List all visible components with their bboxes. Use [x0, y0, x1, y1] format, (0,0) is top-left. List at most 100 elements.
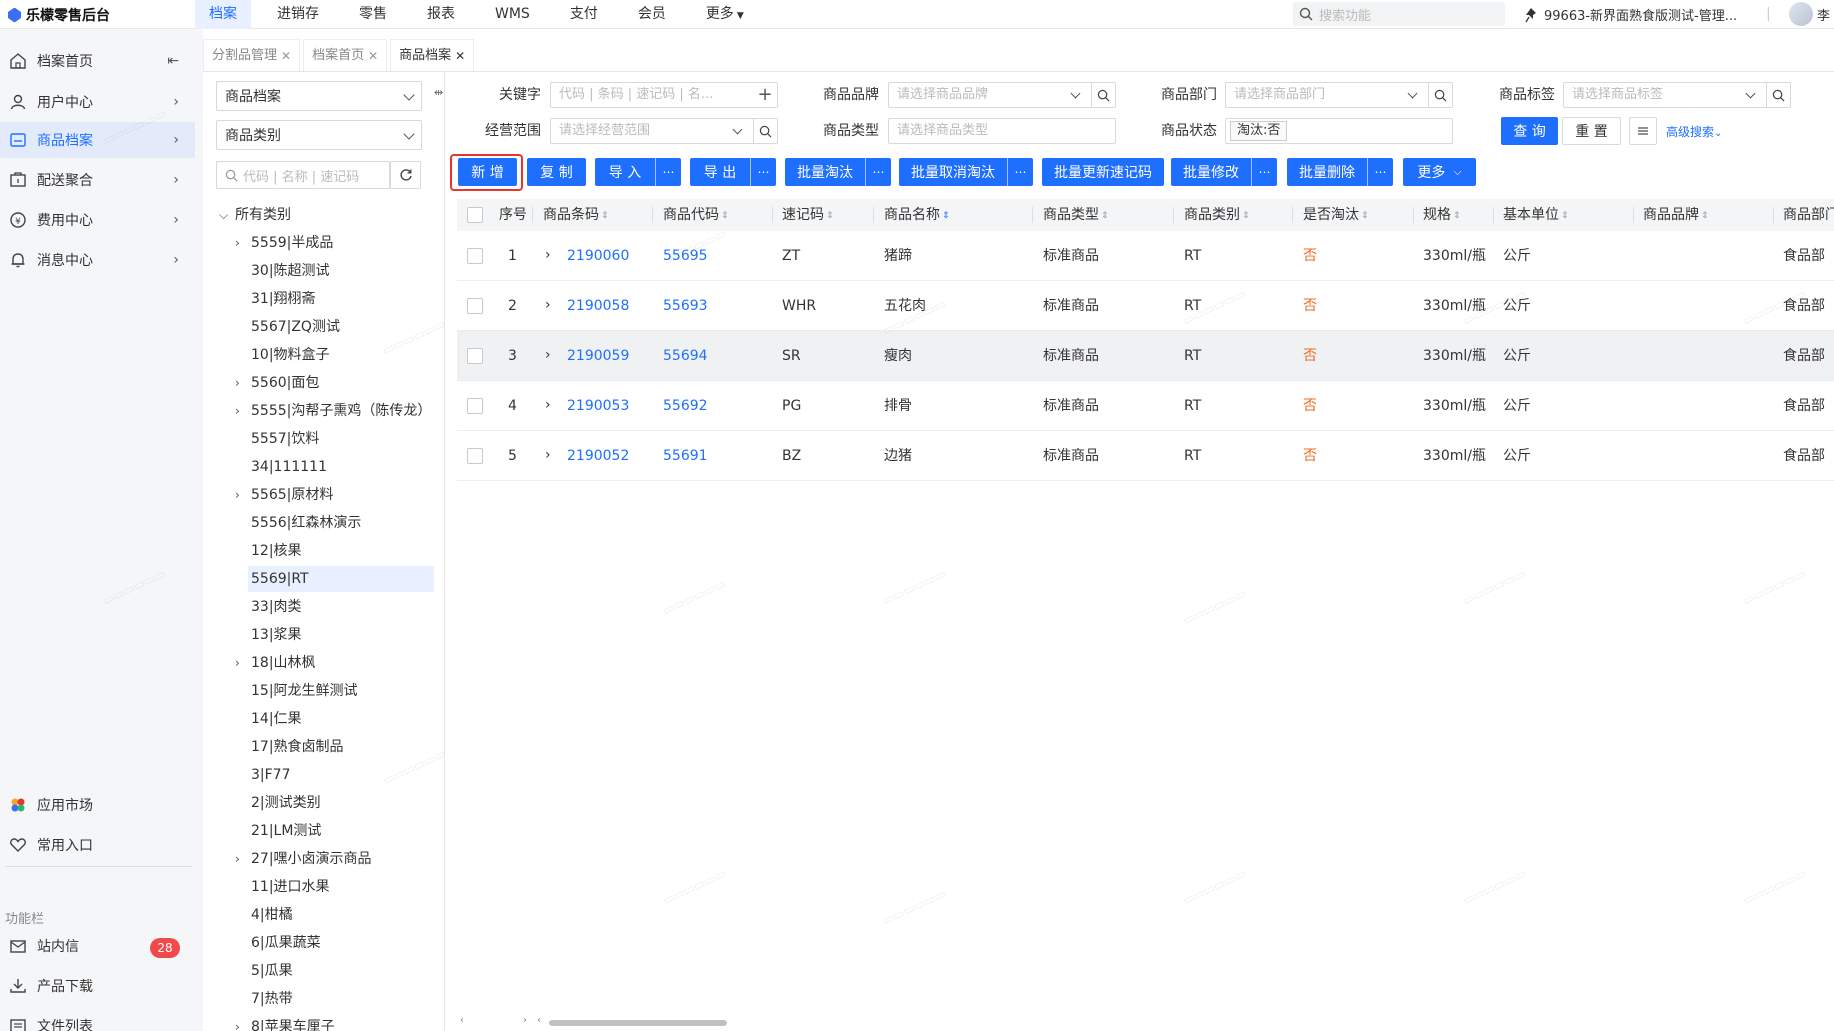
expand-row-icon[interactable]: ›: [545, 245, 551, 265]
column-divider[interactable]: [1173, 207, 1174, 223]
brand-select[interactable]: 请选择商品品牌: [888, 82, 1116, 108]
sidebar-item-product-download[interactable]: 产品下载: [0, 968, 195, 1004]
scope-select[interactable]: 请选择经营范围: [550, 118, 778, 144]
tree-node[interactable]: 7|热带: [251, 986, 293, 1012]
add-icon[interactable]: +: [753, 83, 777, 107]
tag-select[interactable]: 请选择商品标签: [1563, 82, 1791, 108]
column-header[interactable]: 商品类型 ⇕: [1043, 205, 1109, 226]
dept-select[interactable]: 请选择商品部门: [1225, 82, 1453, 108]
more-dots-icon[interactable]: ⋯: [1007, 158, 1033, 186]
tree-node[interactable]: 17|熟食卤制品: [251, 734, 344, 760]
tree-node[interactable]: 21|LM测试: [251, 818, 321, 844]
search-icon[interactable]: [1091, 83, 1115, 107]
export-button[interactable]: 导 出 ⋯: [690, 158, 776, 186]
expand-row-icon[interactable]: ›: [545, 295, 551, 315]
tree-node[interactable]: 33|肉类: [251, 594, 302, 620]
sidebar-item-distribution[interactable]: 配送聚合 ›: [0, 162, 195, 198]
sidebar-item-user-center[interactable]: 用户中心 ›: [0, 84, 195, 120]
tree-node[interactable]: 5556|红森林演示: [251, 510, 361, 536]
column-header[interactable]: 商品品牌 ⇕: [1643, 205, 1709, 226]
tree-node[interactable]: 5557|饮料: [251, 426, 319, 452]
column-header[interactable]: 基本单位 ⇕: [1503, 205, 1569, 226]
sort-icon[interactable]: ⇕: [601, 206, 609, 226]
column-divider[interactable]: [1292, 207, 1293, 223]
sort-icon[interactable]: ⇕: [1361, 206, 1369, 226]
collapse-sidebar-icon[interactable]: ⇤: [167, 53, 179, 69]
keyword-input[interactable]: 代码 | 条码 | 速记码 | 名... +: [550, 82, 778, 108]
column-divider[interactable]: [873, 207, 874, 223]
tab-split-product[interactable]: 分割品管理 ✕: [203, 39, 301, 71]
cell-barcode[interactable]: 2190060: [567, 246, 629, 266]
tree-node[interactable]: 14|仁果: [251, 706, 302, 732]
row-checkbox[interactable]: [467, 248, 483, 264]
top-nav-item-member[interactable]: 会员: [624, 0, 680, 29]
column-header[interactable]: 商品类别 ⇕: [1184, 205, 1250, 226]
sidebar-item-file-list[interactable]: 文件列表: [0, 1008, 195, 1031]
batch-update-quickcode-button[interactable]: 批量更新速记码: [1042, 158, 1164, 186]
sort-icon[interactable]: ⇕: [1701, 206, 1709, 226]
tree-node[interactable]: 5567|ZQ测试: [251, 314, 340, 340]
chevron-right-icon[interactable]: ›: [235, 650, 240, 676]
scrollbar-thumb[interactable]: [549, 1020, 727, 1026]
more-actions-button[interactable]: 更多 ⌵: [1403, 158, 1476, 186]
row-checkbox[interactable]: [467, 448, 483, 464]
column-header[interactable]: 商品条码 ⇕: [543, 205, 609, 226]
tree-node[interactable]: 5565|原材料: [251, 482, 333, 508]
tree-node[interactable]: 5555|沟帮子熏鸡（陈传龙）: [251, 398, 431, 424]
more-dots-icon[interactable]: ⋯: [1251, 158, 1277, 186]
more-dots-icon[interactable]: ⋯: [865, 158, 891, 186]
column-divider[interactable]: [1032, 207, 1033, 223]
cell-code[interactable]: 55693: [663, 296, 708, 316]
query-button[interactable]: 查 询: [1501, 117, 1558, 145]
close-icon[interactable]: ✕: [455, 40, 465, 72]
column-divider[interactable]: [652, 207, 653, 223]
column-divider[interactable]: [1493, 207, 1494, 223]
table-row[interactable]: › 5 2190052 55691 BZ 边猪 标准商品 RT 否 330ml/瓶 公斤 食品部: [457, 431, 1834, 481]
import-button[interactable]: 导 入 ⋯: [595, 158, 681, 186]
horizontal-scrollbar[interactable]: ‹ › ‹: [457, 1015, 1834, 1028]
sort-icon[interactable]: ⇕: [1242, 206, 1250, 226]
tree-node[interactable]: 5569|RT: [248, 566, 434, 592]
cell-code[interactable]: 55694: [663, 346, 708, 366]
user-name[interactable]: 李: [1817, 5, 1830, 24]
chevron-right-icon[interactable]: ›: [235, 482, 240, 508]
add-button[interactable]: 新 增: [458, 158, 517, 186]
chevron-right-icon[interactable]: ›: [235, 370, 240, 396]
tree-node[interactable]: 6|瓜果蔬菜: [251, 930, 321, 956]
store-switcher[interactable]: 99663-新界面熟食版测试-管理...: [1524, 5, 1737, 24]
cell-barcode[interactable]: 2190059: [567, 346, 629, 366]
column-header[interactable]: 商品代码 ⇕: [663, 205, 729, 226]
avatar[interactable]: [1789, 2, 1813, 26]
status-select[interactable]: 淘汰:否: [1225, 118, 1453, 144]
top-nav-item-retail[interactable]: 零售: [345, 0, 401, 29]
tree-node[interactable]: 15|阿龙生鲜测试: [251, 678, 358, 704]
cell-barcode[interactable]: 2190052: [567, 446, 629, 466]
sort-icon[interactable]: ⇕: [1561, 206, 1569, 226]
more-dots-icon[interactable]: ⋯: [655, 158, 681, 186]
tree-node[interactable]: 10|物料盒子: [251, 342, 330, 368]
tree-node[interactable]: 31|翔栩斋: [251, 286, 316, 312]
row-checkbox[interactable]: [467, 298, 483, 314]
batch-modify-button[interactable]: 批量修改 ⋯: [1171, 158, 1277, 186]
expand-row-icon[interactable]: ›: [545, 395, 551, 415]
cell-barcode[interactable]: 2190053: [567, 396, 629, 416]
close-icon[interactable]: ✕: [368, 40, 378, 72]
column-header[interactable]: 是否淘汰 ⇕: [1303, 205, 1369, 226]
top-nav-item-inventory[interactable]: 进销存: [263, 0, 333, 29]
tree-node[interactable]: 5560|面包: [251, 370, 319, 396]
tree-node[interactable]: 3|F77: [251, 762, 291, 788]
expand-row-icon[interactable]: ›: [545, 345, 551, 365]
top-nav-item-payment[interactable]: 支付: [556, 0, 612, 29]
column-divider[interactable]: [772, 207, 773, 223]
batch-obsolete-button[interactable]: 批量淘汰 ⋯: [785, 158, 891, 186]
archive-type-select[interactable]: 商品档案: [216, 81, 422, 111]
type-select[interactable]: 请选择商品类型: [888, 118, 1116, 144]
sidebar-item-archive-home[interactable]: 档案首页 ⇤: [0, 43, 195, 79]
table-row[interactable]: › 2 2190058 55693 WHR 五花肉 标准商品 RT 否 330ml/瓶 公斤 食品部: [457, 281, 1834, 331]
column-divider[interactable]: [1773, 207, 1774, 223]
search-icon[interactable]: [753, 119, 777, 143]
table-row[interactable]: › 3 2190059 55694 SR 瘦肉 标准商品 RT 否 330ml/瓶 公斤 食品部: [457, 331, 1834, 381]
refresh-button[interactable]: [390, 161, 421, 189]
column-header[interactable]: 商品名称 ⇕: [884, 205, 950, 226]
expand-row-icon[interactable]: ›: [545, 445, 551, 465]
